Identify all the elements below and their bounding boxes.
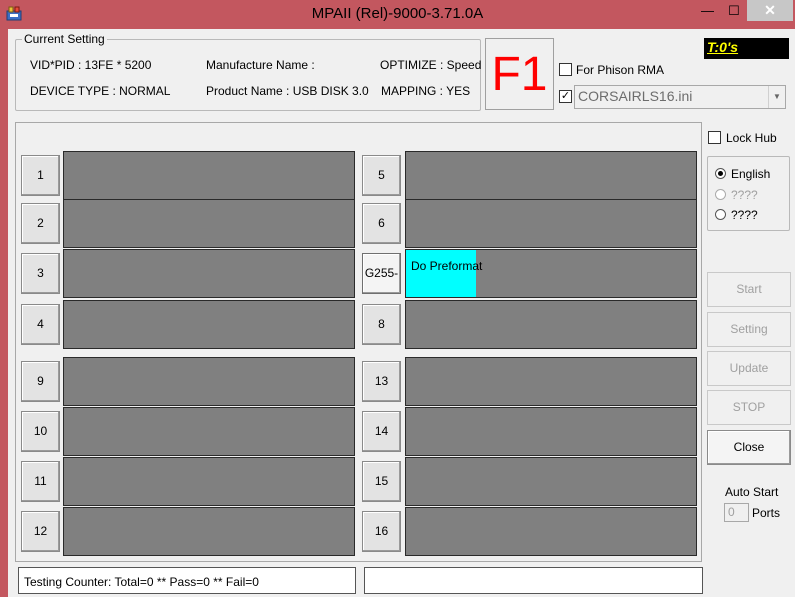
- port-button[interactable]: 14: [362, 411, 401, 452]
- port-progress-bar: [406, 250, 476, 297]
- close-button[interactable]: Close: [707, 430, 791, 465]
- title-bar: MPAII (Rel)-9000-3.71.0A — ☐ ✕: [0, 0, 795, 28]
- port-button[interactable]: 3: [21, 253, 60, 294]
- port-status-cell: [405, 199, 697, 248]
- check-mark-icon: ✓: [560, 90, 571, 102]
- radio-language-2-label: ????: [731, 188, 758, 202]
- update-button[interactable]: Update: [707, 351, 791, 386]
- for-phison-rma-label: For Phison RMA: [576, 63, 665, 77]
- f1-label: F1: [491, 48, 548, 101]
- close-window-button[interactable]: ✕: [747, 0, 793, 21]
- port-status-cell: [63, 357, 355, 406]
- port-status-cell: [405, 151, 697, 200]
- port-status-cell: [405, 457, 697, 506]
- product-name-text: Product Name : USB DISK 3.0: [206, 84, 369, 98]
- lock-hub-label: Lock Hub: [726, 131, 777, 145]
- ini-select-value: CORSAIRLS16.ini: [578, 88, 693, 104]
- port-button[interactable]: 1: [21, 155, 60, 196]
- setting-button[interactable]: Setting: [707, 312, 791, 347]
- port-button[interactable]: 9: [21, 361, 60, 402]
- port-button[interactable]: 4: [21, 304, 60, 345]
- port-status-cell: [63, 457, 355, 506]
- auto-start-label: Auto Start: [725, 485, 779, 499]
- current-setting-legend: Current Setting: [22, 32, 107, 46]
- port-button[interactable]: 5: [362, 155, 401, 196]
- ini-checkbox[interactable]: ✓: [559, 90, 572, 103]
- stop-button[interactable]: STOP: [707, 390, 791, 425]
- port-button[interactable]: 13: [362, 361, 401, 402]
- port-status-cell: [63, 249, 355, 298]
- port-button[interactable]: 8: [362, 304, 401, 345]
- port-status-cell: [405, 407, 697, 456]
- port-button[interactable]: 15: [362, 461, 401, 502]
- port-button[interactable]: G255-7: [362, 253, 401, 319]
- port-status-cell: [405, 300, 697, 349]
- ini-select[interactable]: CORSAIRLS16.ini ▼: [574, 85, 786, 109]
- vid-pid-text: VID*PID : 13FE * 5200: [30, 58, 152, 72]
- lock-hub-checkbox[interactable]: [708, 131, 721, 144]
- port-button[interactable]: 16: [362, 511, 401, 552]
- manufacture-name-text: Manufacture Name :: [206, 58, 315, 72]
- port-status-cell: [63, 199, 355, 248]
- testing-counter-box: Testing Counter: Total=0 ** Pass=0 ** Fa…: [18, 567, 356, 594]
- for-phison-rma-checkbox[interactable]: [559, 63, 572, 76]
- port-status-cell: [63, 151, 355, 200]
- mapping-text: MAPPING : YES: [381, 84, 471, 98]
- port-status-cell: [405, 357, 697, 406]
- f1-indicator: F1: [485, 38, 554, 110]
- timer-text: T:0's: [707, 39, 739, 55]
- radio-language-3-label: ????: [731, 208, 758, 222]
- port-status-cell: Do Preformat: [405, 249, 697, 298]
- radio-language-3[interactable]: [715, 209, 726, 220]
- maximize-button[interactable]: ☐: [721, 0, 747, 21]
- timer-display: T:0's: [704, 38, 789, 59]
- port-button[interactable]: 2: [21, 203, 60, 244]
- testing-counter-text: Testing Counter: Total=0 ** Pass=0 ** Fa…: [24, 575, 259, 589]
- start-button[interactable]: Start: [707, 272, 791, 307]
- optimize-text: OPTIMIZE : Speed: [380, 58, 482, 72]
- client-area: Current Setting VID*PID : 13FE * 5200 Ma…: [8, 29, 795, 597]
- ports-label: Ports: [752, 506, 781, 520]
- auto-start-ports-input[interactable]: 0: [724, 503, 749, 522]
- port-button[interactable]: 10: [21, 411, 60, 452]
- radio-english-label: English: [731, 167, 771, 181]
- radio-language-2[interactable]: [715, 189, 726, 200]
- port-status-cell: [63, 407, 355, 456]
- port-status-cell: [63, 507, 355, 556]
- status-message-box: [364, 567, 703, 594]
- port-button[interactable]: 11: [21, 461, 60, 502]
- close-icon: ✕: [764, 2, 776, 18]
- port-button[interactable]: 12: [21, 511, 60, 552]
- current-setting-group: Current Setting: [15, 32, 481, 111]
- port-status-cell: [405, 507, 697, 556]
- port-status-text: Do Preformat: [411, 259, 483, 273]
- minimize-button[interactable]: —: [694, 0, 721, 21]
- device-type-text: DEVICE TYPE : NORMAL: [30, 84, 171, 98]
- chevron-down-icon[interactable]: ▼: [768, 86, 785, 108]
- port-status-cell: [63, 300, 355, 349]
- window-title: MPAII (Rel)-9000-3.71.0A: [311, 5, 484, 22]
- port-button[interactable]: 6: [362, 203, 401, 244]
- radio-english[interactable]: [715, 168, 726, 179]
